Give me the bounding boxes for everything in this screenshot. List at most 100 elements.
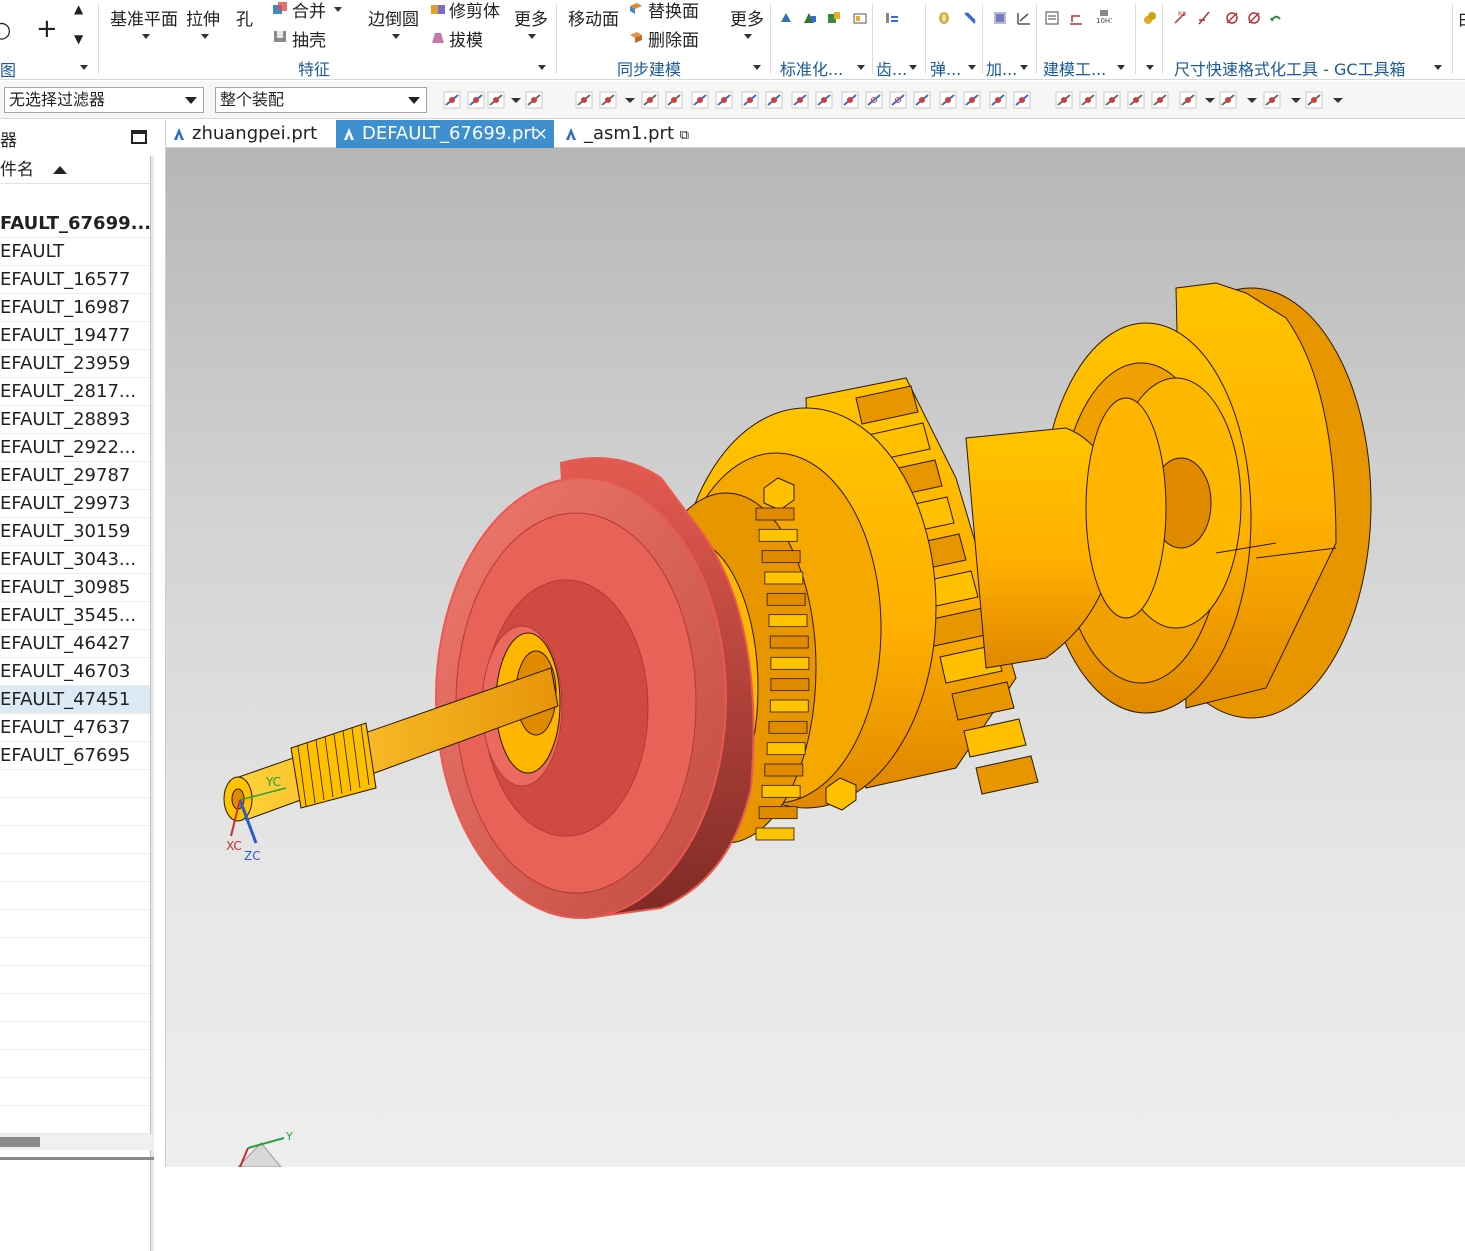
selection-scope-dropdown[interactable]: 整个装配	[215, 87, 427, 113]
snap-spline-icon[interactable]	[790, 90, 810, 110]
gear-tool-icon[interactable]	[884, 10, 900, 26]
scrollbar-thumb[interactable]	[0, 1137, 40, 1147]
column-header-name[interactable]: 件名	[0, 156, 150, 184]
navigator-row[interactable]: EFAULT_23959	[0, 350, 150, 378]
dropdown-icon[interactable]	[1286, 90, 1306, 110]
select-body-icon[interactable]	[640, 90, 660, 110]
dropdown-icon[interactable]	[506, 90, 526, 110]
tab-zhuangpei[interactable]: zhuangpei.prt	[166, 120, 334, 148]
diameter-2-icon[interactable]	[1246, 10, 1262, 26]
navigator-row[interactable]	[0, 966, 150, 994]
dropdown-icon[interactable]	[620, 90, 640, 110]
view-section-icon[interactable]	[1078, 90, 1098, 110]
pan-icon[interactable]	[1126, 90, 1146, 110]
unite-dropdown-icon[interactable]	[334, 7, 342, 12]
more-sync-button[interactable]: 更多	[730, 5, 764, 30]
snap-wave-icon[interactable]	[814, 90, 834, 110]
navigator-row[interactable]: EFAULT_3545...	[0, 602, 150, 630]
datum-plane-dropdown-icon[interactable]	[142, 34, 150, 39]
snap-cross-icon[interactable]	[912, 90, 932, 110]
standard-part-3-icon[interactable]	[826, 10, 842, 26]
snap-circle-icon[interactable]	[888, 90, 908, 110]
edge-blend-dropdown-icon[interactable]	[392, 34, 400, 39]
navigator-row[interactable]: EFAULT_30159	[0, 518, 150, 546]
maximize-icon[interactable]	[131, 130, 147, 144]
group-dropdown-icon[interactable]	[80, 65, 88, 70]
navigator-row[interactable]: EFAULT	[0, 238, 150, 266]
select-feature-icon[interactable]	[486, 90, 506, 110]
replace-face-button[interactable]: 替换面	[648, 0, 699, 22]
extrude-button[interactable]: 拉伸	[186, 5, 220, 30]
navigator-row[interactable]	[0, 994, 150, 1022]
diameter-icon[interactable]	[1224, 10, 1240, 26]
snap-settings-icon[interactable]	[442, 90, 462, 110]
navigator-row[interactable]	[0, 1022, 150, 1050]
sync-group-dropdown-icon[interactable]	[753, 65, 761, 70]
spring-2-icon[interactable]	[962, 10, 978, 26]
navigator-row[interactable]	[0, 882, 150, 910]
edge-blend-button[interactable]: 边倒圆	[368, 5, 419, 30]
rotate-icon[interactable]	[1102, 90, 1122, 110]
sort-ascending-icon[interactable]	[53, 166, 67, 174]
dropdown-icon[interactable]	[1200, 90, 1220, 110]
hide-icon[interactable]	[1218, 90, 1238, 110]
view-triad[interactable]: Y	[237, 1130, 293, 1167]
undo-format-icon[interactable]	[1268, 10, 1284, 26]
more-features-button[interactable]: 更多	[514, 5, 548, 30]
shell-button[interactable]: 抽壳	[292, 26, 326, 51]
select-solid-icon[interactable]	[664, 90, 684, 110]
assembly-model[interactable]: YC XC ZC Y	[166, 148, 1465, 1167]
navigator-row[interactable]: EFAULT_47637	[0, 714, 150, 742]
tolerance-icon[interactable]: 10H7	[1096, 9, 1112, 25]
navigator-row[interactable]: EFAULT_2817...	[0, 378, 150, 406]
dim-tool-dropdown-icon[interactable]	[1434, 65, 1442, 70]
navigator-row[interactable]: EFAULT_16577	[0, 266, 150, 294]
snap-center-icon[interactable]	[864, 90, 884, 110]
navigator-row[interactable]	[0, 1106, 150, 1134]
snap-endpoint-icon[interactable]	[690, 90, 710, 110]
circle-icon[interactable]: ○	[0, 18, 11, 43]
machining-icon[interactable]	[992, 10, 1008, 26]
navigator-vertical-scrollbar[interactable]	[150, 156, 154, 1251]
navigator-row[interactable]: EFAULT_46427	[0, 630, 150, 658]
more-features-dropdown-icon[interactable]	[528, 34, 536, 39]
extrude-dropdown-icon[interactable]	[201, 34, 209, 39]
graphics-window[interactable]: YC XC ZC Y	[166, 148, 1465, 1167]
snap-tangent-icon[interactable]	[938, 90, 958, 110]
snap-point-on-face-icon[interactable]	[988, 90, 1008, 110]
dropdown-icon[interactable]	[1242, 90, 1262, 110]
plus-icon[interactable]: +	[36, 14, 58, 44]
machining-2-icon[interactable]	[1016, 10, 1032, 26]
draft-button[interactable]: 拔模	[449, 26, 483, 51]
select-all-icon[interactable]	[574, 90, 594, 110]
modeling-tool-2-icon[interactable]	[1068, 10, 1084, 26]
navigator-row[interactable]: EFAULT_29973	[0, 490, 150, 518]
navigator-row[interactable]: EFAULT_19477	[0, 322, 150, 350]
navigator-row[interactable]	[0, 1078, 150, 1106]
navigator-row[interactable]	[0, 938, 150, 966]
snap-bounded-icon[interactable]	[1012, 90, 1032, 110]
rectangle-select-icon[interactable]	[598, 90, 618, 110]
navigator-row[interactable]: EFAULT_3043...	[0, 546, 150, 574]
delete-face-button[interactable]: 删除面	[648, 26, 699, 51]
move-face-button[interactable]: 移动面	[568, 5, 619, 30]
snap-normal-icon[interactable]	[840, 90, 860, 110]
navigator-row[interactable]: EFAULT_46703	[0, 658, 150, 686]
standard-part-icon[interactable]	[778, 10, 794, 26]
more-sync-dropdown-icon[interactable]	[744, 34, 752, 39]
navigator-row[interactable]: EFAULT_67695	[0, 742, 150, 770]
selection-filter-dropdown[interactable]: 无选择过滤器	[4, 87, 204, 113]
select-component-icon[interactable]	[524, 90, 544, 110]
snap-curve-icon[interactable]	[764, 90, 784, 110]
snap-point-icon[interactable]	[466, 90, 486, 110]
navigator-row[interactable]	[0, 798, 150, 826]
view-fit-icon[interactable]	[1054, 90, 1074, 110]
navigator-row[interactable]	[0, 826, 150, 854]
tab-default-67699[interactable]: DEFAULT_67699.prt ×	[336, 120, 554, 148]
dim-format-2-icon[interactable]	[1196, 10, 1212, 26]
navigator-row[interactable]: EFAULT_2922...	[0, 434, 150, 462]
navigator-row[interactable]: EFAULT_28893	[0, 406, 150, 434]
chevron-down-icon[interactable]: ▼	[74, 32, 83, 46]
navigator-row[interactable]	[0, 1050, 150, 1078]
navigator-row[interactable]: EFAULT_29787	[0, 462, 150, 490]
